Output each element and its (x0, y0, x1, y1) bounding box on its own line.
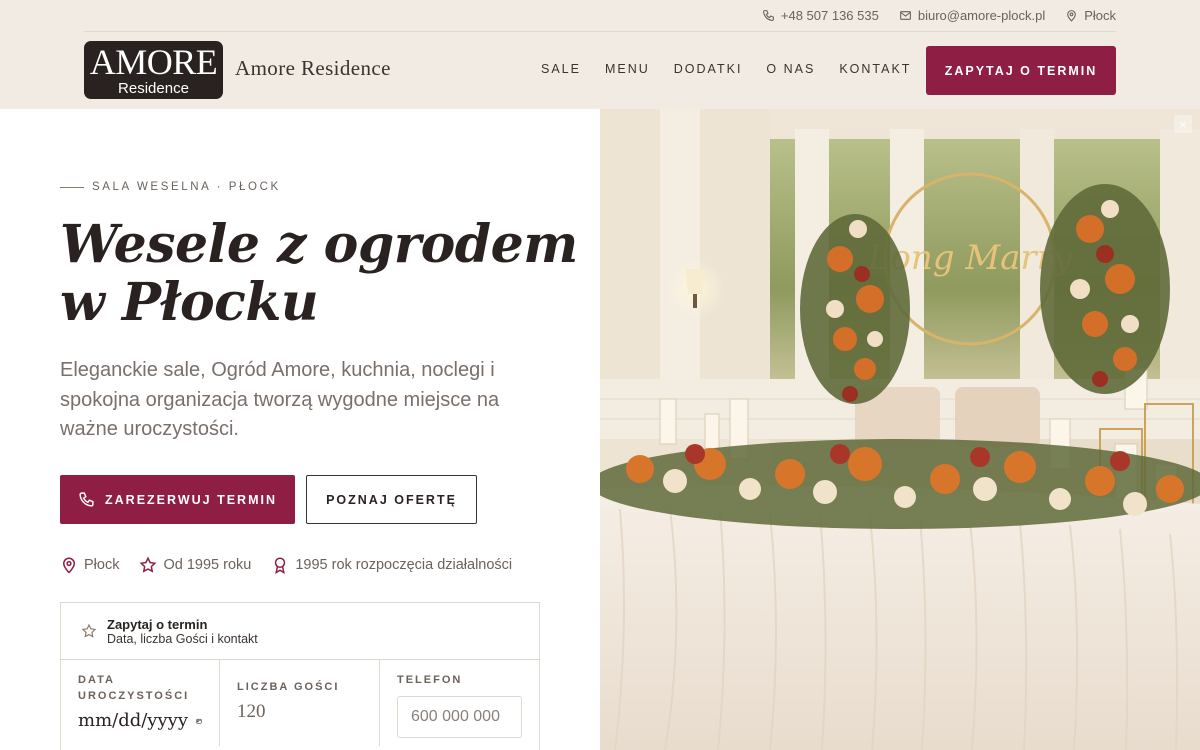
date-field: DATA UROCZYSTOŚCI mm/dd/yyyy (61, 660, 220, 746)
eyebrow-line (60, 186, 84, 188)
hero-eyebrow: SALA WESELNA · PŁOCK (60, 181, 281, 193)
wedding-table-photo: Long Marry (600, 109, 1200, 750)
fact-since: Od 1995 roku (139, 556, 251, 574)
calendar-icon[interactable] (196, 713, 202, 729)
topbar-location-text: Płock (1084, 7, 1116, 23)
mail-icon (899, 10, 911, 20)
guests-input[interactable]: 120 (237, 701, 362, 723)
fact-location: Płock (60, 556, 119, 574)
fact-year: 1995 rok rozpoczęcia działalności (271, 556, 512, 574)
eyebrow-text: SALA WESELNA · PŁOCK (92, 181, 281, 193)
reserve-date-button[interactable]: ZAREZERWUJ TERMIN (60, 475, 295, 524)
phone-icon (79, 492, 94, 507)
nav-item-menu[interactable]: MENU (605, 62, 650, 76)
topbar-email-text: biuro@amore-plock.pl (917, 7, 1046, 23)
award-icon (275, 557, 286, 574)
date-label: DATA UROCZYSTOŚCI (78, 674, 190, 702)
ask-date-button[interactable]: ZAPYTAJ O TERMIN (926, 46, 1116, 95)
phone-input[interactable]: 600 000 000 (397, 696, 522, 738)
star-icon (140, 556, 157, 573)
nav-item-kontakt[interactable]: KONTAKT (839, 62, 911, 76)
phone-field: TELEFON 600 000 000 (380, 660, 539, 746)
date-input-value: mm/dd/yyyy (78, 710, 188, 731)
fact-since-text: Od 1995 roku (163, 557, 252, 573)
form-subtitle: Data, liczba Gości i kontakt (107, 631, 258, 646)
form-title: Zapytaj o termin (107, 616, 208, 632)
title-line-2: w Płocku (60, 272, 319, 333)
hero-facts: Płock Od 1995 roku 1995 rok rozpoczęcia … (60, 556, 512, 574)
divider (84, 31, 1116, 32)
site-header: +48 507 136 535 biuro@amore-plock.pl Pło… (0, 0, 1200, 109)
contact-topbar: +48 507 136 535 biuro@amore-plock.pl Pło… (762, 0, 1116, 30)
topbar-email[interactable]: biuro@amore-plock.pl (899, 8, 1045, 23)
date-input[interactable]: mm/dd/yyyy (78, 710, 202, 731)
hero-lead: Eleganckie sale, Ogród Amore, kuchnia, n… (60, 359, 500, 440)
guests-label: LICZBA GOŚCI (237, 681, 340, 693)
inquiry-form-card: Zapytaj o termin Data, liczba Gości i ko… (60, 602, 540, 750)
form-header: Zapytaj o termin Data, liczba Gości i ko… (61, 603, 539, 660)
logo-subtitle: Residence (118, 80, 189, 97)
fact-location-text: Płock (84, 557, 120, 573)
nav-item-sale[interactable]: SALE (541, 62, 581, 76)
main-nav: SALE MENU DODATKI O NAS KONTAKT (541, 62, 935, 76)
topbar-phone[interactable]: +48 507 136 535 (762, 8, 879, 23)
see-offer-button[interactable]: POZNAJ OFERTĘ (306, 475, 477, 524)
page-title: Wesele z ogrodem w Płocku (60, 216, 578, 332)
title-line-1: Wesele z ogrodem (60, 214, 578, 275)
form-fields: DATA UROCZYSTOŚCI mm/dd/yyyy LICZBA GOŚC… (61, 660, 539, 746)
map-pin-icon (62, 557, 76, 574)
hero-image: Long Marry (600, 109, 1200, 750)
logo-wordmark: AMORE (89, 42, 218, 82)
nav-item-o-nas[interactable]: O NAS (766, 62, 815, 76)
guests-field: LICZBA GOŚCI 120 (220, 660, 380, 746)
close-icon[interactable]: × (1174, 115, 1192, 133)
map-pin-icon (1067, 9, 1077, 22)
phone-label: TELEFON (397, 674, 463, 686)
logo[interactable]: AMORE Residence (84, 41, 223, 99)
topbar-location: Płock (1065, 8, 1116, 23)
brand-name[interactable]: Amore Residence (235, 56, 391, 81)
reserve-date-label: ZAREZERWUJ TERMIN (105, 492, 277, 507)
fact-year-text: 1995 rok rozpoczęcia działalności (295, 557, 513, 573)
nav-item-dodatki[interactable]: DODATKI (674, 62, 743, 76)
topbar-phone-text: +48 507 136 535 (780, 7, 879, 23)
star-icon (81, 623, 97, 638)
phone-icon (762, 9, 774, 21)
